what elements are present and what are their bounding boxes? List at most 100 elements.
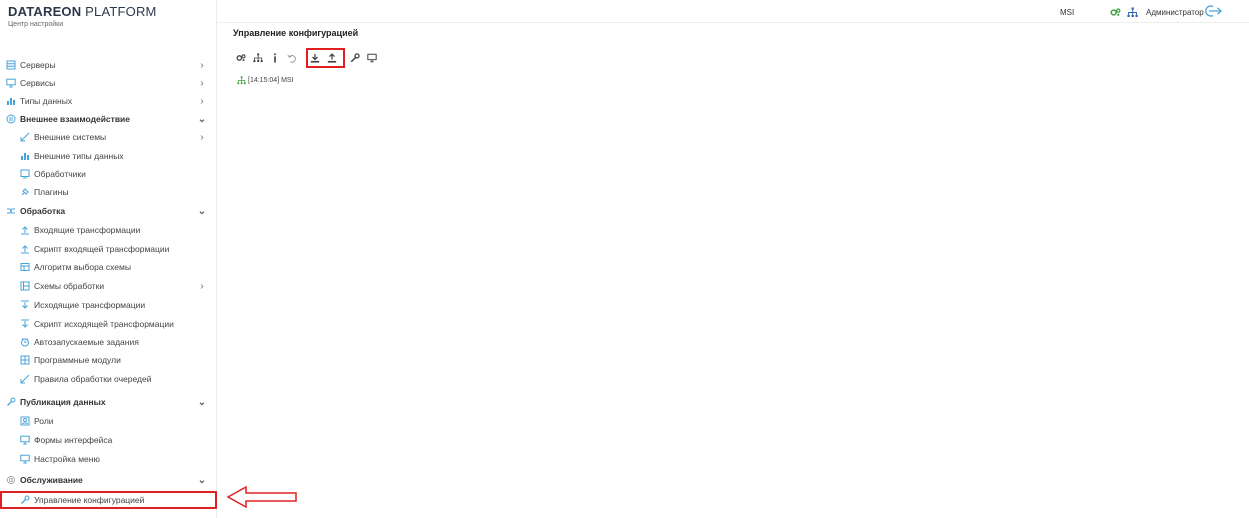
clock-icon: [20, 337, 30, 347]
app-window: DATAREON PLATFORM Центр настройки Сервер…: [0, 0, 1249, 518]
sidebar-item-23[interactable]: Управление конфигурацией: [0, 491, 217, 509]
sidebar-item-6[interactable]: Обработчики: [0, 165, 217, 183]
user-name[interactable]: Администратор: [1146, 8, 1204, 17]
sidebar-item-label: Типы данных: [20, 96, 73, 106]
hierarchy-icon[interactable]: [1127, 7, 1138, 18]
database-icon: [6, 60, 16, 70]
incoming-script-icon: [20, 244, 30, 254]
exchange-icon: [6, 114, 16, 124]
sidebar-item-label: Правила обработки очередей: [34, 374, 152, 384]
sidebar-item-label: Автозапускаемые задания: [34, 337, 139, 347]
processing-icon: [6, 206, 16, 216]
brand-subtitle: Центр настройки: [8, 21, 64, 28]
brand-logo[interactable]: DATAREON PLATFORM: [8, 5, 157, 19]
sidebar-item-18[interactable]: Публикация данных ⌄: [0, 393, 217, 411]
plugin-icon: [20, 187, 30, 197]
sidebar-item-label: Плагины: [34, 187, 69, 197]
sidebar-item-label: Входящие трансформации: [34, 225, 141, 235]
wrench-tool-icon[interactable]: [348, 51, 362, 65]
wrench-icon: [20, 495, 30, 505]
publish-icon: [6, 397, 16, 407]
sidebar-item-label: Скрипт исходящей трансформации: [34, 319, 174, 329]
sidebar-item-label: Управление конфигурацией: [34, 495, 145, 505]
sidebar-item-10[interactable]: Скрипт входящей трансформации: [0, 240, 217, 258]
chart-icon: [6, 96, 16, 106]
menu-settings-icon: [20, 454, 30, 464]
sidebar-item-label: Внешние системы: [34, 132, 107, 142]
undo-tool-icon[interactable]: [285, 51, 299, 65]
sidebar-item-label: Алгоритм выбора схемы: [34, 262, 131, 272]
sidebar-item-label: Исходящие трансформации: [34, 300, 146, 310]
sidebar-item-1[interactable]: Сервисы ›: [0, 74, 217, 92]
sidebar-item-14[interactable]: Скрипт исходящей трансформации: [0, 315, 217, 333]
service-gear-icon: [6, 475, 16, 485]
roles-icon: [20, 416, 30, 426]
chevron-right-icon[interactable]: ›: [197, 280, 207, 292]
sidebar-item-label: Скрипт входящей трансформации: [34, 244, 170, 254]
sidebar-item-9[interactable]: Входящие трансформации: [0, 221, 217, 239]
modules-icon: [20, 355, 30, 365]
sidebar-item-5[interactable]: Внешние типы данных: [0, 147, 217, 165]
sidebar-item-19[interactable]: Роли: [0, 412, 217, 430]
brand-name-bold: DATAREON: [8, 4, 82, 19]
ext-types-icon: [20, 151, 30, 161]
logout-icon[interactable]: [1202, 4, 1222, 18]
top-bar: MSI Администратор: [217, 0, 1249, 23]
monitor-icon: [6, 78, 16, 88]
chevron-right-icon[interactable]: ›: [197, 95, 207, 107]
sidebar-item-16[interactable]: Программные модули: [0, 351, 217, 369]
chevron-right-icon[interactable]: ›: [197, 59, 207, 71]
sidebar-item-22[interactable]: Обслуживание ⌄: [0, 471, 217, 489]
hierarchy-log-icon: [237, 76, 246, 85]
sidebar-item-7[interactable]: Плагины: [0, 183, 217, 201]
hierarchy-tool-icon[interactable]: [251, 51, 265, 65]
sidebar-item-13[interactable]: Исходящие трансформации: [0, 296, 217, 314]
chevron-down-icon[interactable]: ⌄: [197, 205, 207, 217]
sidebar-item-20[interactable]: Формы интерфейса: [0, 431, 217, 449]
sidebar-item-2[interactable]: Типы данных ›: [0, 92, 217, 110]
sidebar-item-label: Формы интерфейса: [34, 435, 113, 445]
sidebar-item-12[interactable]: Схемы обработки ›: [0, 277, 217, 295]
handlers-icon: [20, 169, 30, 179]
systems-icon: [20, 132, 30, 142]
sidebar-item-label: Роли: [34, 416, 54, 426]
sidebar-item-label: Обслуживание: [20, 475, 83, 485]
forms-icon: [20, 435, 30, 445]
sidebar-item-15[interactable]: Автозапускаемые задания: [0, 333, 217, 351]
chevron-down-icon[interactable]: ⌄: [197, 474, 207, 486]
sidebar-item-label: Серверы: [20, 60, 56, 70]
chevron-right-icon[interactable]: ›: [197, 131, 207, 143]
sidebar-item-label: Схемы обработки: [34, 281, 105, 291]
info-tool-icon[interactable]: [268, 51, 282, 65]
sidebar-item-0[interactable]: Серверы ›: [0, 56, 217, 74]
settings-icon[interactable]: [1110, 7, 1121, 18]
sidebar-item-label: Настройка меню: [34, 454, 100, 464]
algorithm-icon: [20, 262, 30, 272]
chevron-right-icon[interactable]: ›: [197, 77, 207, 89]
sidebar-item-label: Внешнее взаимодействие: [20, 114, 130, 124]
outgoing-script-icon: [20, 319, 30, 329]
toolbar-highlight-box: [306, 48, 345, 68]
log-text: [14:15:04] MSI: [248, 77, 294, 84]
brand-name-light: PLATFORM: [81, 4, 157, 19]
sidebar-item-21[interactable]: Настройка меню: [0, 450, 217, 468]
chevron-down-icon[interactable]: ⌄: [197, 396, 207, 408]
outgoing-icon: [20, 300, 30, 310]
page-title: Управление конфигурацией: [233, 28, 359, 38]
brand: DATAREON PLATFORM Центр настройки: [8, 5, 157, 29]
host-name: MSI: [1060, 8, 1075, 17]
monitor-tool-icon[interactable]: [365, 51, 379, 65]
sidebar-item-label: Обработчики: [34, 169, 86, 179]
queue-rules-icon: [20, 374, 30, 384]
sidebar-item-17[interactable]: Правила обработки очередей: [0, 370, 217, 388]
sidebar-item-3[interactable]: Внешнее взаимодействие ⌄: [0, 110, 217, 128]
sidebar-item-11[interactable]: Алгоритм выбора схемы: [0, 258, 217, 276]
incoming-icon: [20, 225, 30, 235]
chevron-down-icon[interactable]: ⌄: [197, 113, 207, 125]
sidebar-item-8[interactable]: Обработка ⌄: [0, 202, 217, 220]
settings-tool-icon[interactable]: [234, 51, 248, 65]
sidebar-item-4[interactable]: Внешние системы ›: [0, 128, 217, 146]
sidebar-item-label: Программные модули: [34, 355, 121, 365]
annotation-arrow-icon: [226, 485, 297, 509]
sidebar-item-label: Обработка: [20, 206, 66, 216]
